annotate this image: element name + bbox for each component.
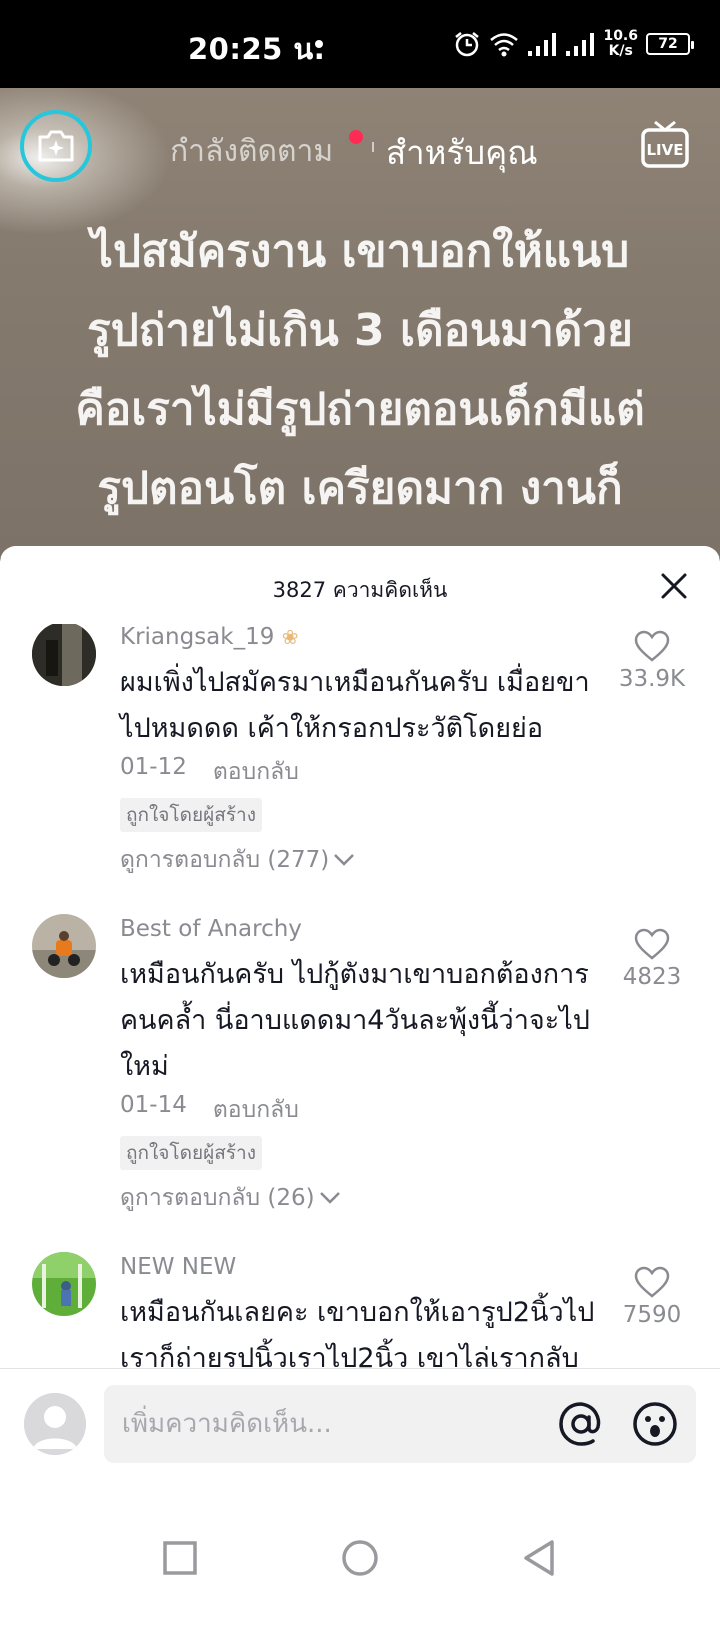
comment-text: เหมือนกันครับ ไปกู้ตังมาเขาบอกต้องการคนค… [120,959,590,1082]
like-count: 7590 [622,1302,682,1328]
comment-item: Kriangsak_19 ❀ ผมเพิ่งไปสมัครมาเหมือนกัน… [0,624,720,873]
signal-icon [527,31,557,57]
chevron-down-icon [319,1192,340,1204]
default-avatar-icon [24,1393,86,1455]
camera-button[interactable] [20,110,92,182]
like-button[interactable]: 33.9K [612,630,692,692]
net-speed-value: 10.6 [603,28,638,44]
battery-level: 72 [658,36,678,52]
view-replies-button[interactable]: ดูการตอบกลับ (26) [120,1180,341,1216]
system-nav-bar [0,1496,720,1640]
tab-following[interactable]: กำลังติดตาม [170,128,333,175]
tab-divider [372,142,374,152]
comment-item: Best of Anarchy เหมือนกันครับ ไปกู้ตังมา… [0,914,720,1234]
emoji-button[interactable] [630,1399,680,1449]
comment-meta: 01-12 ตอบกลับ [120,754,299,790]
comment-input-box[interactable] [104,1385,696,1463]
signal-icon [565,31,595,57]
status-icons: 10.6 K/s 72 [453,24,694,64]
video-caption: ไปสมัครงาน เขาบอกให้แนบ รูปถ่ายไม่เกิน 3… [75,226,645,514]
close-icon [661,573,687,599]
alarm-icon [453,30,481,58]
reply-button[interactable]: ตอบกลับ [213,754,299,790]
comment-item: NEW NEW เหมือนกันเลยคะ เขาบอกให้เอารูป2น… [0,1252,720,1380]
live-tv-icon: LIVE [641,120,689,168]
comment-text: ผมเพิ่งไปสมัครมาเหมือนกันครับ เมื่อยขาไป… [120,667,590,744]
liked-by-creator-badge: ถูกใจโดยผู้สร้าง [120,1136,262,1170]
status-time: 20:25 น. [188,32,326,66]
net-speed-unit: K/s [608,43,633,59]
comments-count-header: 3827 ความคิดเห็น [272,578,448,602]
status-bar: 20:25 น. 10.6 K/s 72 [0,0,720,88]
battery-icon: 72 [646,33,694,55]
square-icon [163,1541,197,1575]
comment-meta: 01-14 ตอบกลับ [120,1092,299,1128]
comment-username[interactable]: Kriangsak_19 ❀ [120,624,298,650]
tab-for-you[interactable]: สำหรับคุณ [386,126,538,179]
reply-button[interactable]: ตอบกลับ [213,1092,299,1128]
live-label: LIVE [647,141,684,159]
view-replies-button[interactable]: ดูการตอบกลับ (277) [120,842,355,878]
recents-button[interactable] [158,1536,202,1580]
emoji-icon [633,1402,677,1446]
at-sign-icon [559,1402,601,1446]
camera-sparkle-icon [38,130,74,162]
comment-date: 01-14 [120,1092,187,1118]
comment-input[interactable] [122,1385,522,1463]
avatar[interactable] [32,624,96,686]
comment-list[interactable]: Kriangsak_19 ❀ ผมเพิ่งไปสมัครมาเหมือนกัน… [0,624,720,1380]
like-count: 33.9K [618,666,686,692]
user-avatar [24,1393,86,1455]
liked-by-creator-badge: ถูกใจโดยผู้สร้าง [120,798,262,832]
mention-button[interactable] [556,1399,606,1449]
like-button[interactable]: 7590 [612,1266,692,1328]
like-button[interactable]: 4823 [612,928,692,990]
comment-text: เหมือนกันเลยคะ เขาบอกให้เอารูป2นิ้วไป เร… [120,1297,595,1374]
close-button[interactable] [658,570,690,602]
wifi-icon [489,31,519,57]
heart-icon [634,928,670,960]
home-button[interactable] [338,1536,382,1580]
notification-dot [315,40,323,48]
chevron-down-icon [334,854,355,866]
net-speed: 10.6 K/s [603,29,638,59]
view-replies-label: ดูการตอบกลับ (277) [120,847,330,873]
comment-username[interactable]: Best of Anarchy [120,916,302,942]
username-text: Kriangsak_19 [120,624,275,650]
circle-icon [342,1540,378,1576]
leaf-badge-icon: ❀ [281,625,299,649]
comment-input-bar [0,1368,720,1496]
comment-date: 01-12 [120,754,187,780]
view-replies-label: ดูการตอบกลับ (26) [120,1185,315,1211]
avatar[interactable] [32,914,96,978]
live-button[interactable]: LIVE [640,118,690,170]
like-count: 4823 [622,964,682,990]
new-content-dot [349,130,363,144]
heart-icon [634,630,670,662]
video-player[interactable]: กำลังติดตาม สำหรับคุณ LIVE ไปสมัครงาน เข… [0,88,720,558]
back-triangle-icon [524,1540,554,1576]
heart-icon [634,1266,670,1298]
comment-username[interactable]: NEW NEW [120,1254,236,1280]
back-button[interactable] [518,1536,562,1580]
avatar[interactable] [32,1252,96,1316]
